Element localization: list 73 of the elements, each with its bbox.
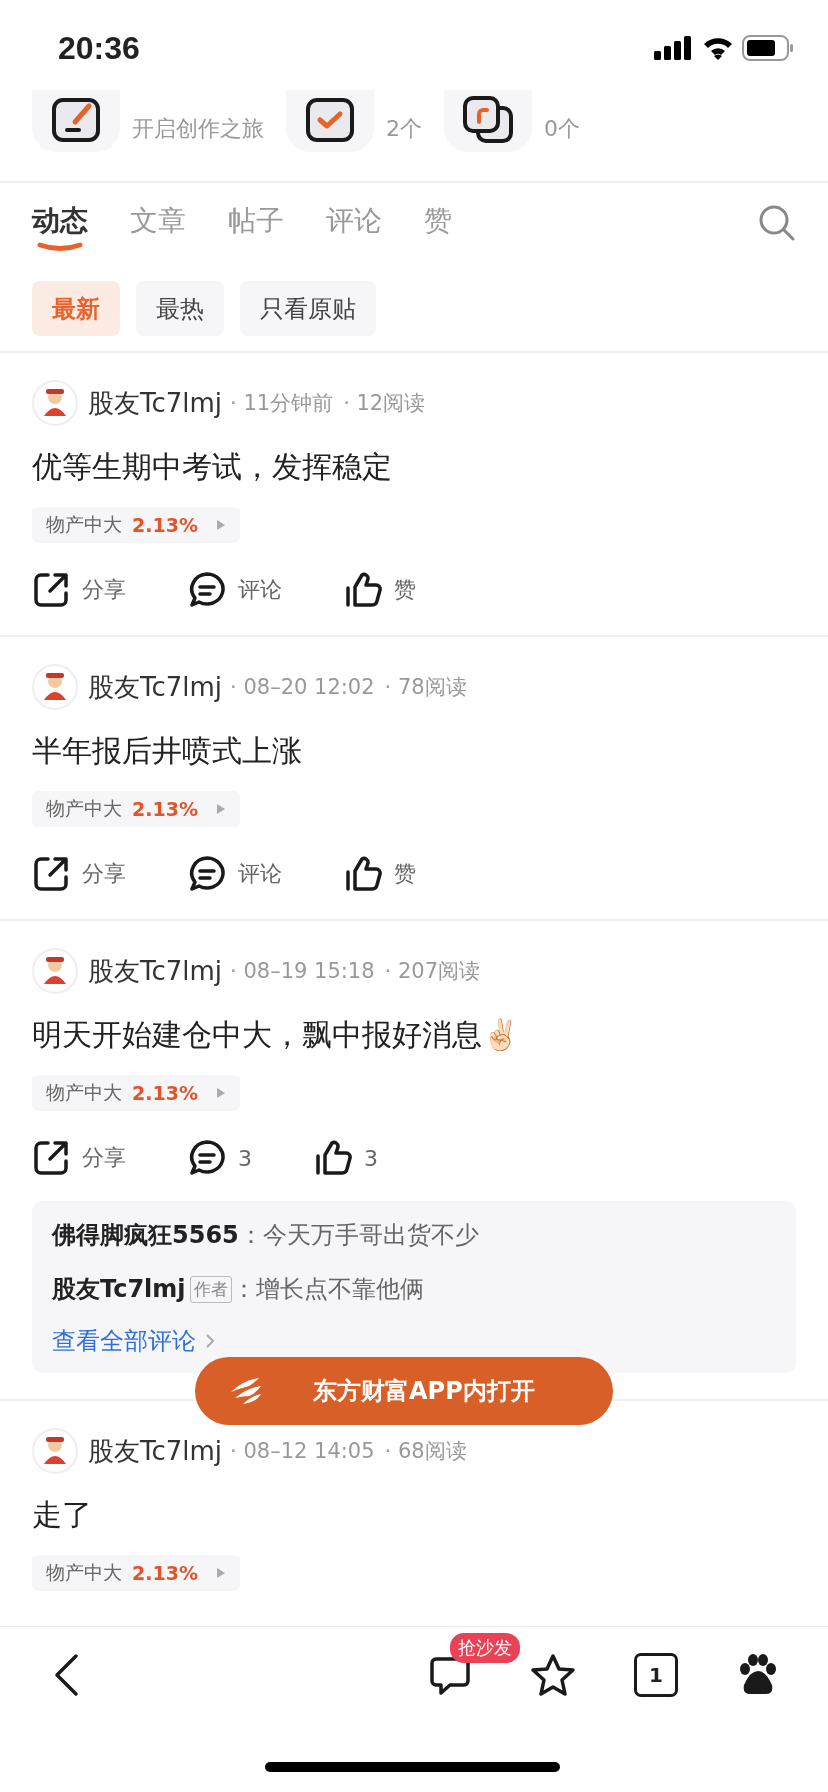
thumbs-up-icon [314,1139,352,1177]
filter-chip[interactable]: 最热 [136,281,224,336]
stock-tag[interactable]: 物产中大 2.13% [32,1555,240,1591]
like-button[interactable]: 赞 [344,571,416,609]
open-in-app-button[interactable]: 东方财富APP内打开 [195,1357,613,1425]
thumbs-up-icon [344,571,382,609]
commenter-name[interactable]: 佛得脚疯狂5565 [52,1219,239,1251]
battery-icon [742,35,794,61]
post-time: · 08–12 14:05 [230,1439,375,1463]
shortcut-subtitle: 开启创作之旅 [132,115,264,143]
share-button[interactable]: 分享 [32,1139,126,1177]
commenter-name[interactable]: 股友Tc7lmj [52,1273,186,1305]
signal-icon [654,36,694,60]
shortcut-subtitle: 0个 [544,115,580,143]
author-name[interactable]: 股友Tc7lmj [88,1433,223,1469]
speech-bubble-icon [188,1139,226,1177]
post-time: · 11分钟前 [230,390,334,417]
search-icon[interactable] [758,204,796,242]
speech-bubble-icon [188,855,226,893]
comment-text: ：今天万手哥出货不少 [238,1220,479,1251]
read-count: · 207阅读 [384,958,480,985]
read-count: · 78阅读 [384,674,467,701]
author-name[interactable]: 股友Tc7lmj [88,669,223,705]
post-time: · 08–20 12:02 [230,675,375,699]
share-button[interactable]: 分享 [32,855,126,893]
share-icon [32,855,70,893]
caret-icon [215,519,226,531]
post-title[interactable]: 优等生期中考试，发挥稳定 [32,445,796,489]
avatar-icon[interactable] [32,1428,78,1474]
tab-underline [37,242,83,252]
author-tag: 作者 [189,1275,232,1303]
shortcut-tile[interactable] [444,90,532,152]
post-title[interactable]: 走了 [32,1493,796,1537]
shortcut-tile[interactable] [286,90,374,152]
status-time: 20:36 [58,29,140,67]
tab[interactable]: 动态 [32,202,88,262]
comment-button[interactable]: 评论 [188,571,282,609]
caret-icon [215,803,226,815]
wifi-icon [702,36,734,60]
stock-tag[interactable]: 物产中大 2.13% [32,791,240,827]
chevron-icon [204,1332,216,1350]
author-name[interactable]: 股友Tc7lmj [88,953,223,989]
post-time: · 08–19 15:18 [230,959,375,983]
comment-badge: 抢沙发 [450,1633,520,1663]
comment-button[interactable]: 评论 [188,855,282,893]
author-name[interactable]: 股友Tc7lmj [88,385,223,421]
stock-tag[interactable]: 物产中大 2.13% [32,1075,240,1111]
avatar-icon[interactable] [32,664,78,710]
share-button[interactable]: 分享 [32,571,126,609]
like-button[interactable]: 赞 [344,855,416,893]
avatar-icon[interactable] [32,380,78,426]
stock-tag[interactable]: 物产中大 2.13% [32,507,240,543]
read-count: · 68阅读 [384,1438,467,1465]
share-icon [32,1139,70,1177]
caret-icon [215,1567,226,1579]
like-button[interactable]: 3 [314,1139,378,1177]
post-title[interactable]: 明天开始建仓中大，飘中报好消息✌🏻 [32,1013,796,1057]
avatar-icon[interactable] [32,948,78,994]
view-all-comments-link[interactable]: 查看全部评论 [52,1323,216,1359]
comment-text: ：增长点不靠他俩 [231,1274,424,1305]
comment-button[interactable]: 3 [188,1139,252,1177]
thumbs-up-icon [344,855,382,893]
tab-count[interactable]: 1 [634,1653,678,1697]
caret-icon [215,1087,226,1099]
shortcut-subtitle: 2个 [386,115,422,143]
speech-bubble-icon [188,571,226,609]
post-title[interactable]: 半年报后井喷式上涨 [32,729,796,773]
read-count: · 12阅读 [343,390,426,417]
layers-icon [462,94,514,144]
share-icon [32,571,70,609]
shortcut-tile[interactable] [32,90,120,152]
filter-chip[interactable]: 只看原贴 [240,281,376,336]
star-icon[interactable] [530,1653,576,1697]
